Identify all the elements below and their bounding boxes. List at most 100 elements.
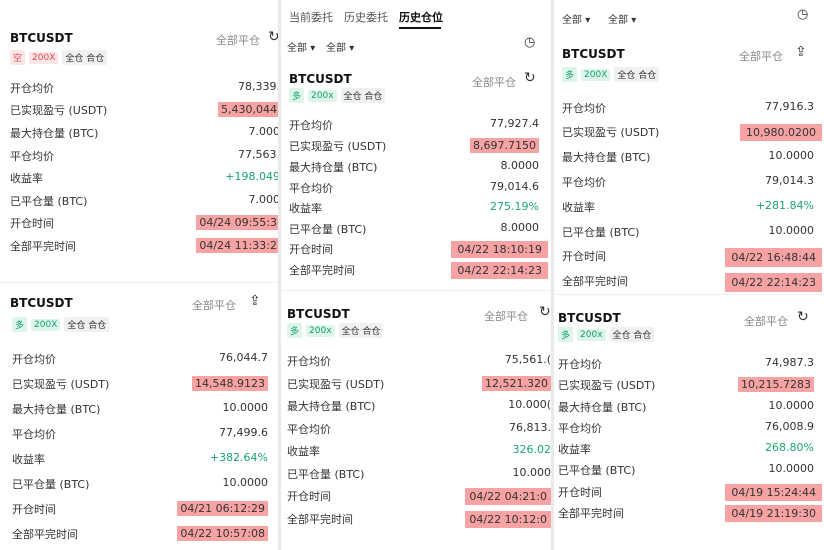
label-avg-close: 平仓均价 (558, 422, 602, 435)
value-roi: +198.049 (225, 170, 278, 183)
leverage-badge: 200X (581, 68, 611, 81)
label-closed-qty: 已平仓量 (BTC) (562, 226, 640, 239)
label-avg-open: 开仓均价 (562, 102, 606, 115)
value-avg-close: 77,499.6 (219, 426, 268, 439)
divider (554, 294, 824, 295)
tab-bar: 当前委托 历史委托 历史仓位 (281, 0, 551, 30)
value-closed-qty: 7.000 (248, 193, 279, 206)
label-roi: 收益率 (287, 445, 320, 458)
value-avg-close: 79,014.3 (765, 174, 814, 187)
position-card: BTCUSDT 全部平仓 ↻ 多 200x 全仓 合仓 开仓均价 75,561.(… (281, 295, 551, 550)
panel-right: 全部 ▾ 全部 ▾ ◷ BTCUSDT 全部平仓 ⇪ 多 200X 全仓 合仓 … (554, 0, 824, 550)
share-icon[interactable]: ↻ (524, 70, 536, 86)
filter-dropdown-1[interactable]: 全部 ▾ (287, 39, 315, 54)
label-max-pos: 最大持仓量 (BTC) (287, 400, 376, 413)
label-closed-qty: 已平仓量 (BTC) (10, 195, 88, 208)
value-open-time: 04/22 16:48:44 (725, 248, 822, 267)
value-realized-pnl: 12,521.320 (482, 376, 551, 391)
value-roi: +281.84% (755, 199, 814, 212)
position-card: BTCUSDT 全部平仓 ↻ 空 200X 全仓 合仓 开仓均价 78,339. … (0, 0, 278, 280)
position-tags: 多 200X 全仓 合仓 (12, 317, 110, 332)
value-closed-qty: 10.0000 (768, 462, 815, 475)
label-closed-qty: 已平仓量 (BTC) (287, 468, 365, 481)
label-realized-pnl: 已实现盈亏 (USDT) (10, 104, 108, 117)
leverage-badge: 200x (306, 324, 335, 337)
value-avg-close: 76,008.9 (765, 420, 814, 433)
share-icon[interactable]: ↻ (797, 309, 809, 325)
caret-down-icon: ▾ (349, 43, 355, 54)
label-max-pos: 最大持仓量 (BTC) (10, 127, 99, 140)
side-badge: 多 (287, 323, 303, 338)
caret-down-icon: ▾ (631, 15, 637, 26)
label-realized-pnl: 已实现盈亏 (USDT) (558, 379, 656, 392)
leverage-badge: 200x (577, 328, 606, 341)
tab-position-history[interactable]: 历史仓位 (399, 9, 443, 25)
value-avg-open: 74,987.3 (765, 356, 814, 369)
position-card: BTCUSDT 全部平仓 ⇪ 多 200X 全仓 合仓 开仓均价 77,916.3… (554, 38, 824, 292)
symbol: BTCUSDT (10, 296, 73, 310)
label-close-time: 全部平完时间 (289, 264, 355, 277)
label-roi: 收益率 (289, 202, 322, 215)
value-max-pos: 8.0000 (500, 159, 540, 172)
tab-order-history[interactable]: 历史委托 (344, 9, 388, 25)
clock-icon[interactable]: ◷ (797, 7, 808, 22)
value-closed-qty: 10.000 (512, 466, 552, 479)
filter-dropdown-2[interactable]: 全部 ▾ (608, 11, 636, 26)
label-max-pos: 最大持仓量 (BTC) (12, 403, 101, 416)
side-badge: 多 (562, 67, 578, 82)
value-avg-open: 77,927.4 (490, 117, 539, 130)
position-card: BTCUSDT 全部平仓 ↻ 多 200x 全仓 合仓 开仓均价 77,927.4… (281, 60, 551, 280)
position-tags: 多 200x 全仓 合仓 (289, 88, 386, 103)
divider (0, 282, 278, 283)
value-avg-open: 78,339. (238, 80, 278, 93)
caret-down-icon: ▾ (310, 43, 316, 54)
value-max-pos: 10.000( (508, 398, 551, 411)
label-max-pos: 最大持仓量 (BTC) (558, 401, 647, 414)
filter-dropdown-1[interactable]: 全部 ▾ (562, 11, 590, 26)
side-badge: 多 (12, 317, 28, 332)
value-open-time: 04/22 18:10:19 (451, 241, 548, 258)
label-avg-close: 平仓均价 (289, 182, 333, 195)
label-roi: 收益率 (558, 443, 591, 456)
filter-dropdown-2[interactable]: 全部 ▾ (326, 39, 354, 54)
margin-mode-badge: 全仓 合仓 (338, 323, 384, 338)
label-close-time: 全部平完时间 (558, 507, 624, 520)
close-all-button[interactable]: 全部平仓 (744, 313, 788, 329)
share-icon[interactable]: ↻ (539, 304, 551, 320)
close-all-button[interactable]: 全部平仓 (739, 48, 783, 64)
value-max-pos: 7.000 (248, 125, 279, 138)
share-icon[interactable]: ↻ (268, 29, 278, 45)
value-close-time: 04/19 21:19:30 (725, 505, 822, 522)
value-close-time: 04/22 10:12:0 (465, 511, 551, 528)
filter-label: 全部 (287, 43, 307, 54)
value-close-time: 04/22 22:14:23 (451, 262, 548, 279)
close-all-button[interactable]: 全部平仓 (192, 297, 236, 313)
clock-icon[interactable]: ◷ (524, 35, 535, 50)
tab-current-orders[interactable]: 当前委托 (289, 9, 333, 25)
position-tags: 多 200x 全仓 合仓 (558, 327, 655, 342)
label-closed-qty: 已平仓量 (BTC) (289, 223, 367, 236)
value-realized-pnl: 14,548.9123 (192, 376, 268, 391)
share-icon[interactable]: ⇪ (795, 44, 807, 60)
caret-down-icon: ▾ (585, 15, 591, 26)
close-all-button[interactable]: 全部平仓 (484, 308, 528, 324)
value-realized-pnl: 10,980.0200 (740, 124, 822, 141)
label-realized-pnl: 已实现盈亏 (USDT) (289, 140, 387, 153)
value-open-time: 04/24 09:55:3 (196, 215, 278, 230)
close-all-button[interactable]: 全部平仓 (216, 32, 260, 48)
leverage-badge: 200X (29, 51, 59, 64)
close-all-button[interactable]: 全部平仓 (472, 74, 516, 90)
label-close-time: 全部平完时间 (287, 513, 353, 526)
position-card: BTCUSDT 全部平仓 ↻ 多 200x 全仓 合仓 开仓均价 74,987.3… (554, 298, 824, 550)
share-icon[interactable]: ⇪ (249, 293, 261, 309)
panel-left: BTCUSDT 全部平仓 ↻ 空 200X 全仓 合仓 开仓均价 78,339. … (0, 0, 278, 550)
label-open-time: 开仓时间 (558, 486, 602, 499)
label-max-pos: 最大持仓量 (BTC) (562, 151, 651, 164)
label-max-pos: 最大持仓量 (BTC) (289, 161, 378, 174)
label-close-time: 全部平完时间 (10, 240, 76, 253)
value-closed-qty: 10.0000 (768, 224, 815, 237)
filter-label: 全部 (562, 15, 582, 26)
value-max-pos: 10.0000 (222, 401, 269, 414)
side-badge: 多 (289, 88, 305, 103)
value-avg-open: 77,916.3 (765, 100, 814, 113)
